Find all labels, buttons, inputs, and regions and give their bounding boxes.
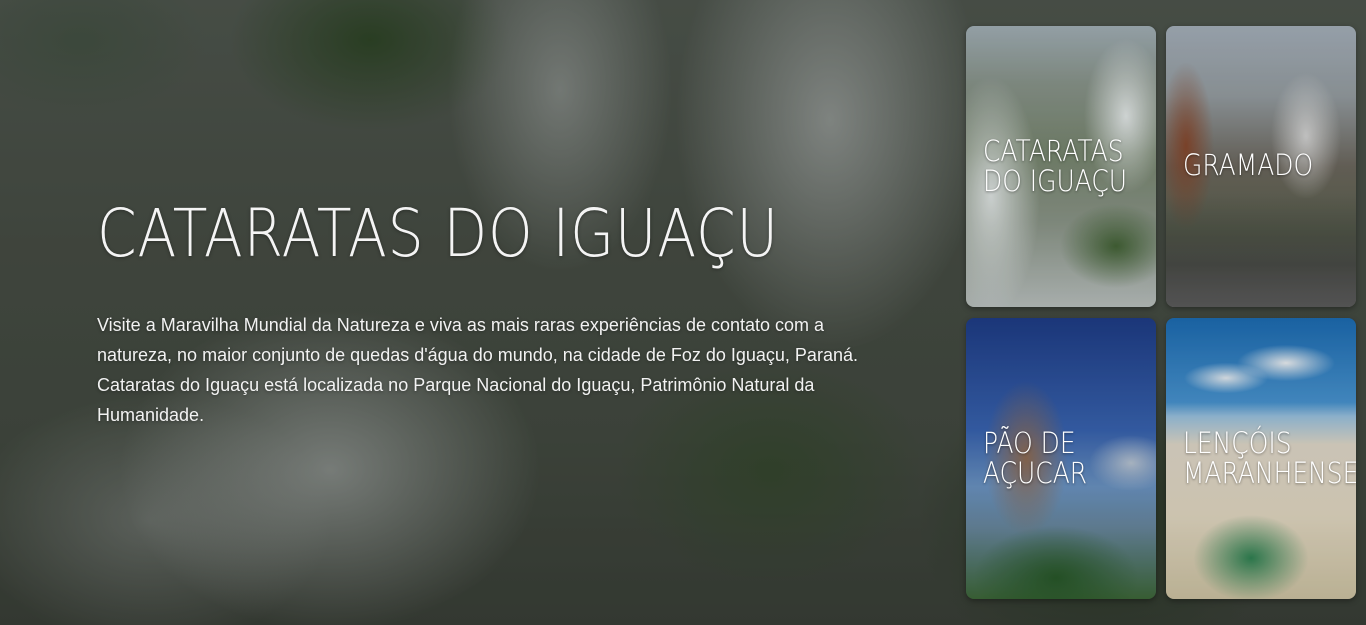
destination-label-line1: LENÇÓIS	[1183, 426, 1292, 460]
destination-label-line2: MARANHENSES	[1183, 456, 1356, 490]
destination-label: LENÇÓIS MARANHENSES	[1183, 426, 1356, 490]
destination-card-cataratas[interactable]: CATARATAS DO IGUAÇU	[966, 26, 1156, 307]
hero-description: Visite a Maravilha Mundial da Natureza e…	[97, 315, 858, 425]
destination-card-gramado[interactable]: GRAMADO	[1166, 26, 1356, 307]
destination-label: GRAMADO	[1183, 150, 1332, 180]
destination-label-line1: GRAMADO	[1183, 148, 1314, 182]
destination-label-line2: AÇUCAR	[983, 456, 1088, 490]
destination-card-pao-de-acucar[interactable]: PÃO DE AÇUCAR	[966, 318, 1156, 599]
destination-label-line2: DO IGUAÇU	[983, 164, 1127, 198]
destination-label-line1: CATARATAS	[983, 134, 1124, 168]
destination-label: PÃO DE AÇUCAR	[983, 428, 1132, 488]
destination-label: CATARATAS DO IGUAÇU	[983, 136, 1132, 196]
destination-label-line1: PÃO DE	[983, 426, 1076, 460]
hero-title: CATARATAS DO IGUAÇU	[97, 195, 779, 272]
destination-cards: CATARATAS DO IGUAÇU GRAMADO PÃO DE AÇUCA…	[966, 26, 1366, 599]
destination-card-lencois-maranhenses[interactable]: LENÇÓIS MARANHENSES	[1166, 318, 1356, 599]
